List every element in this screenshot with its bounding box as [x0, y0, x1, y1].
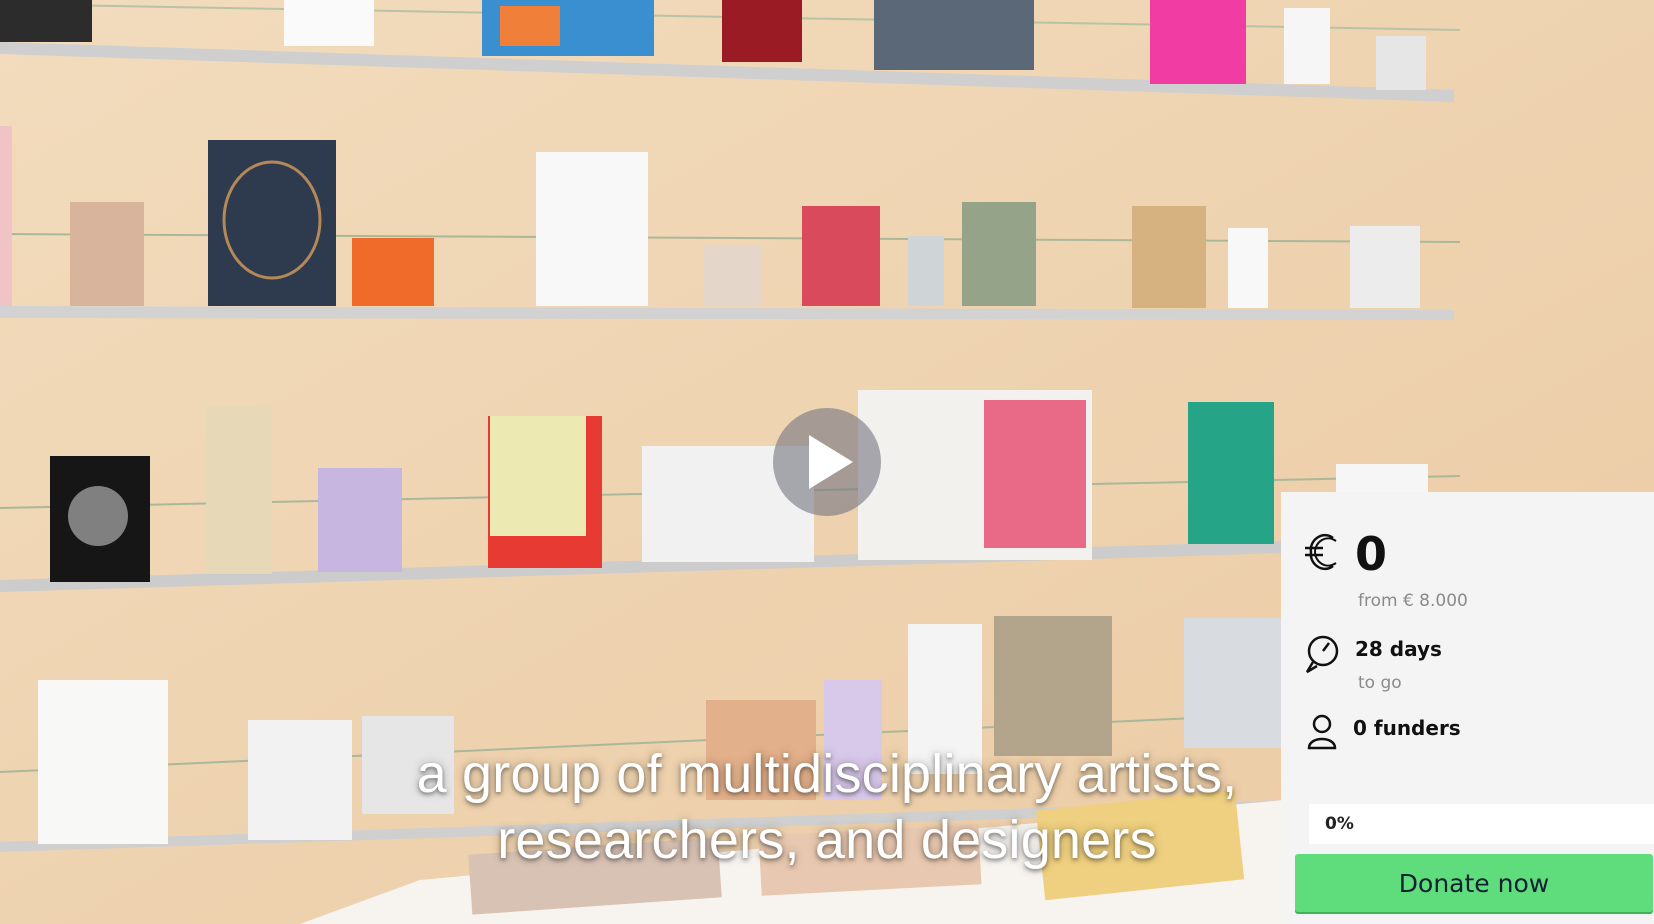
video-subtitle-line-1: a group of multidisciplinary artists, [416, 744, 1238, 804]
donate-button[interactable]: Donate now [1295, 854, 1653, 912]
user-icon [1305, 712, 1339, 752]
days-row [1305, 634, 1339, 674]
amount-raised: 0 [1355, 527, 1388, 581]
play-icon [809, 435, 853, 489]
funding-goal: from € 8.000 [1358, 591, 1468, 611]
clock-icon [1305, 634, 1339, 674]
days-left-value: 28 days [1355, 637, 1442, 661]
funding-progress-bar: 0% [1309, 804, 1654, 844]
days-left-label: to go [1358, 673, 1402, 693]
funders-row [1305, 712, 1339, 752]
funding-progress-label: 0% [1325, 814, 1354, 834]
euro-icon [1305, 532, 1339, 572]
funders-count: 0 funders [1353, 716, 1461, 740]
play-button[interactable] [773, 408, 881, 516]
video-subtitle-line-2: researchers, and designers [497, 810, 1157, 870]
amount-row [1305, 532, 1339, 572]
funding-panel: 0 from € 8.000 28 days to go 0 funders 0… [1281, 492, 1654, 924]
